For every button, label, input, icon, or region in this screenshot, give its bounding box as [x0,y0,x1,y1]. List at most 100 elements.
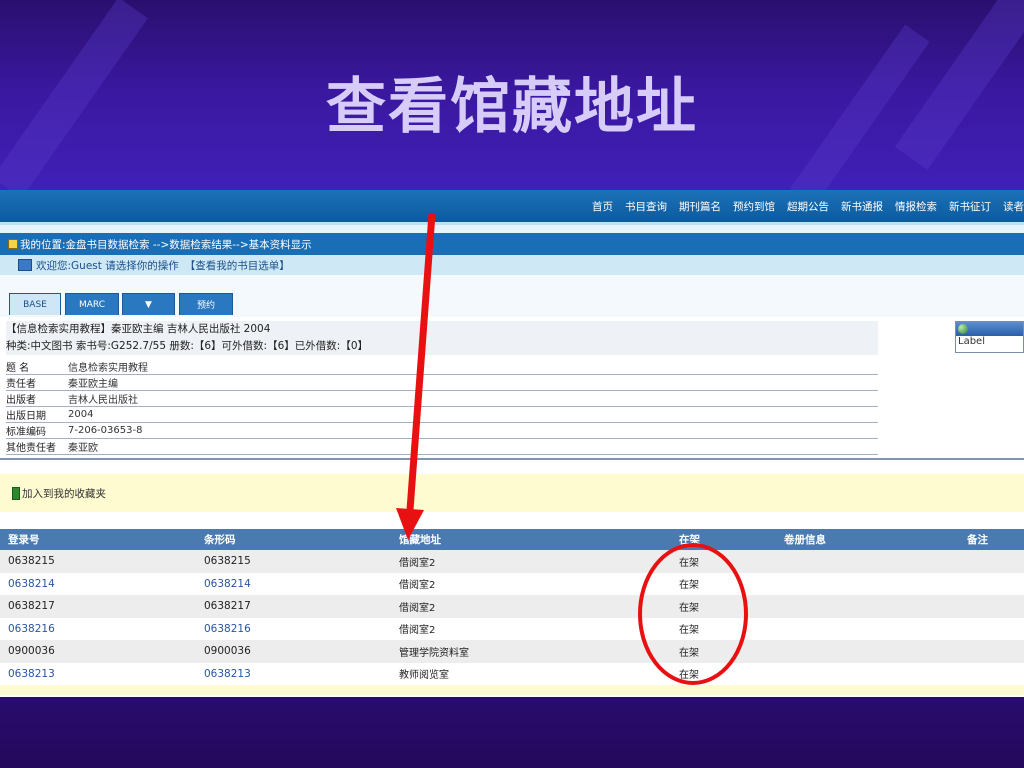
metadata-value: 信息检索实用教程 [68,359,878,375]
widget-label: Label [958,336,985,347]
cell-notes [959,617,1024,640]
cell-volume-info [776,550,959,573]
column-header-volume-info: 卷册信息 [776,529,959,550]
spacer [0,460,1024,474]
tab-marc[interactable]: MARC [65,293,119,315]
embedded-screenshot: 首页 书目查询 期刊篇名 预约到馆 超期公告 新书通报 情报检索 新书征订 读者… [0,190,1024,697]
top-nav-bar: 首页 书目查询 期刊篇名 预约到馆 超期公告 新书通报 情报检索 新书征订 读者 [0,190,1024,222]
cell-volume-info [776,662,959,685]
breadcrumb-text: 我的位置:金盘书目数据检索 -->数据检索结果-->基本资料显示 [20,238,312,251]
metadata-value: 秦亚欧 [68,438,878,455]
cell-status: 在架 [671,572,776,595]
footer-band [0,685,1024,695]
cell-barcode: 0638217 [196,595,391,618]
book-title-line: 【信息检索实用教程】秦亚欧主编 吉林人民出版社 2004 [6,323,271,335]
metadata-row: 题 名信息检索实用教程 [6,359,878,375]
metadata-label: 标准编码 [6,422,68,439]
cell-location: 借阅室2 [391,572,671,595]
welcome-bar: 欢迎您:Guest 请选择你的操作 【查看我的书目选单】 [0,255,1024,275]
metadata-label: 责任者 [6,374,68,391]
metadata-value: 7-206-03653-8 [68,422,878,439]
divider [0,225,1024,233]
tab-base[interactable]: BASE [9,293,61,315]
nav-item-book-order[interactable]: 新书征订 [949,199,991,214]
nav-item-new-books[interactable]: 新书通报 [841,199,883,214]
home-icon [8,239,18,249]
cell-location: 管理学院资料室 [391,640,671,663]
cell-volume-info [776,640,959,663]
cell-location: 借阅室2 [391,617,671,640]
nav-item-info-retrieval[interactable]: 情报检索 [895,199,937,214]
tab-dropdown[interactable]: ▼ [122,293,175,315]
cell-location: 借阅室2 [391,550,671,573]
nav-item-journal-articles[interactable]: 期刊篇名 [679,199,721,214]
metadata-row: 出版者 吉林人民出版社 [6,390,878,407]
book-icon [12,486,20,500]
nav-item-home[interactable]: 首页 [592,199,613,214]
cell-barcode: 0638216 [196,617,391,640]
metadata-row: 其他责任者 秦亚欧 [6,438,878,455]
table-row: 0638216 0638216 借阅室2 在架 [0,617,1024,640]
table-row: 0638215 0638215 借阅室2 在架 [0,550,1024,573]
metadata-label: 题 名 [6,359,68,375]
cell-volume-info [776,572,959,595]
cell-status: 在架 [671,550,776,573]
table-row: 0638217 0638217 借阅室2 在架 [0,595,1024,618]
book-metadata-table: 题 名信息检索实用教程 责任者 秦亚欧主编 出版者 吉林人民出版社 出版日期 2004… [6,359,878,455]
metadata-value: 秦亚欧主编 [68,374,878,391]
cell-barcode: 0900036 [196,640,391,663]
book-call-line: 种类:中文图书 索书号:G252.7/55 册数:【6】可外借数:【6】已外借数… [6,340,368,352]
cell-notes [959,662,1024,685]
cell-status: 在架 [671,662,776,685]
label-widget[interactable]: Label [955,321,1024,353]
cell-location: 教师阅览室 [391,662,671,685]
spacer [0,512,1024,529]
book-header: 【信息检索实用教程】秦亚欧主编 吉林人民出版社 2004 种类:中文图书 索书号… [6,321,878,355]
metadata-label: 出版日期 [6,406,68,423]
cell-volume-info [776,617,959,640]
nav-item-catalog-search[interactable]: 书目查询 [625,199,667,214]
cell-location: 借阅室2 [391,595,671,618]
cell-accession-no: 0638215 [0,550,196,573]
column-header-location: 馆藏地址 [391,529,671,550]
nav-item-reader[interactable]: 读者 [1003,199,1024,214]
slide-title: 查看馆藏地址 [326,72,698,142]
column-header-notes: 备注 [959,529,1024,550]
cell-accession-no: 0638214 [0,572,196,595]
add-to-favorites-link[interactable]: 加入到我的收藏夹 [22,486,106,501]
nav-item-reservations[interactable]: 预约到馆 [733,199,775,214]
cell-status: 在架 [671,640,776,663]
metadata-value: 2004 [68,406,878,423]
tab-reserve[interactable]: 预约 [179,293,233,315]
metadata-label: 其他责任者 [6,438,68,455]
cell-accession-no: 0900036 [0,640,196,663]
cell-accession-no: 0638216 [0,617,196,640]
welcome-text: 欢迎您:Guest 请选择你的操作 [36,259,179,272]
cell-notes [959,572,1024,595]
column-header-barcode: 条形码 [196,529,391,550]
table-header-row: 登录号 条形码 馆藏地址 在架 卷册信息 备注 [0,529,1024,550]
view-my-list-link[interactable]: 【查看我的书目选单】 [185,258,290,273]
cell-accession-no: 0638213 [0,662,196,685]
breadcrumb: 我的位置:金盘书目数据检索 -->数据检索结果-->基本资料显示 [0,233,1024,255]
column-header-status: 在架 [671,529,776,550]
nav-item-overdue-notice[interactable]: 超期公告 [787,199,829,214]
globe-icon [958,324,968,334]
cell-status: 在架 [671,595,776,618]
cell-barcode: 0638214 [196,572,391,595]
favorites-bar: 加入到我的收藏夹 [0,474,1024,512]
metadata-row: 出版日期 2004 [6,406,878,423]
table-row: 0900036 0900036 管理学院资料室 在架 [0,640,1024,663]
metadata-row: 标准编码 7-206-03653-8 [6,422,878,439]
cell-accession-no: 0638217 [0,595,196,618]
cell-barcode: 0638213 [196,662,391,685]
metadata-label: 出版者 [6,390,68,407]
book-info: 【信息检索实用教程】秦亚欧主编 吉林人民出版社 2004 种类:中文图书 索书号… [0,317,1024,458]
tabs-area: BASE MARC ▼ 预约 [0,275,1024,317]
cell-notes [959,595,1024,618]
holdings-table: 登录号 条形码 馆藏地址 在架 卷册信息 备注 0638215 0638215 … [0,529,1024,685]
metadata-value: 吉林人民出版社 [68,390,878,407]
cell-volume-info [776,595,959,618]
cell-barcode: 0638215 [196,550,391,573]
metadata-row: 责任者 秦亚欧主编 [6,374,878,391]
